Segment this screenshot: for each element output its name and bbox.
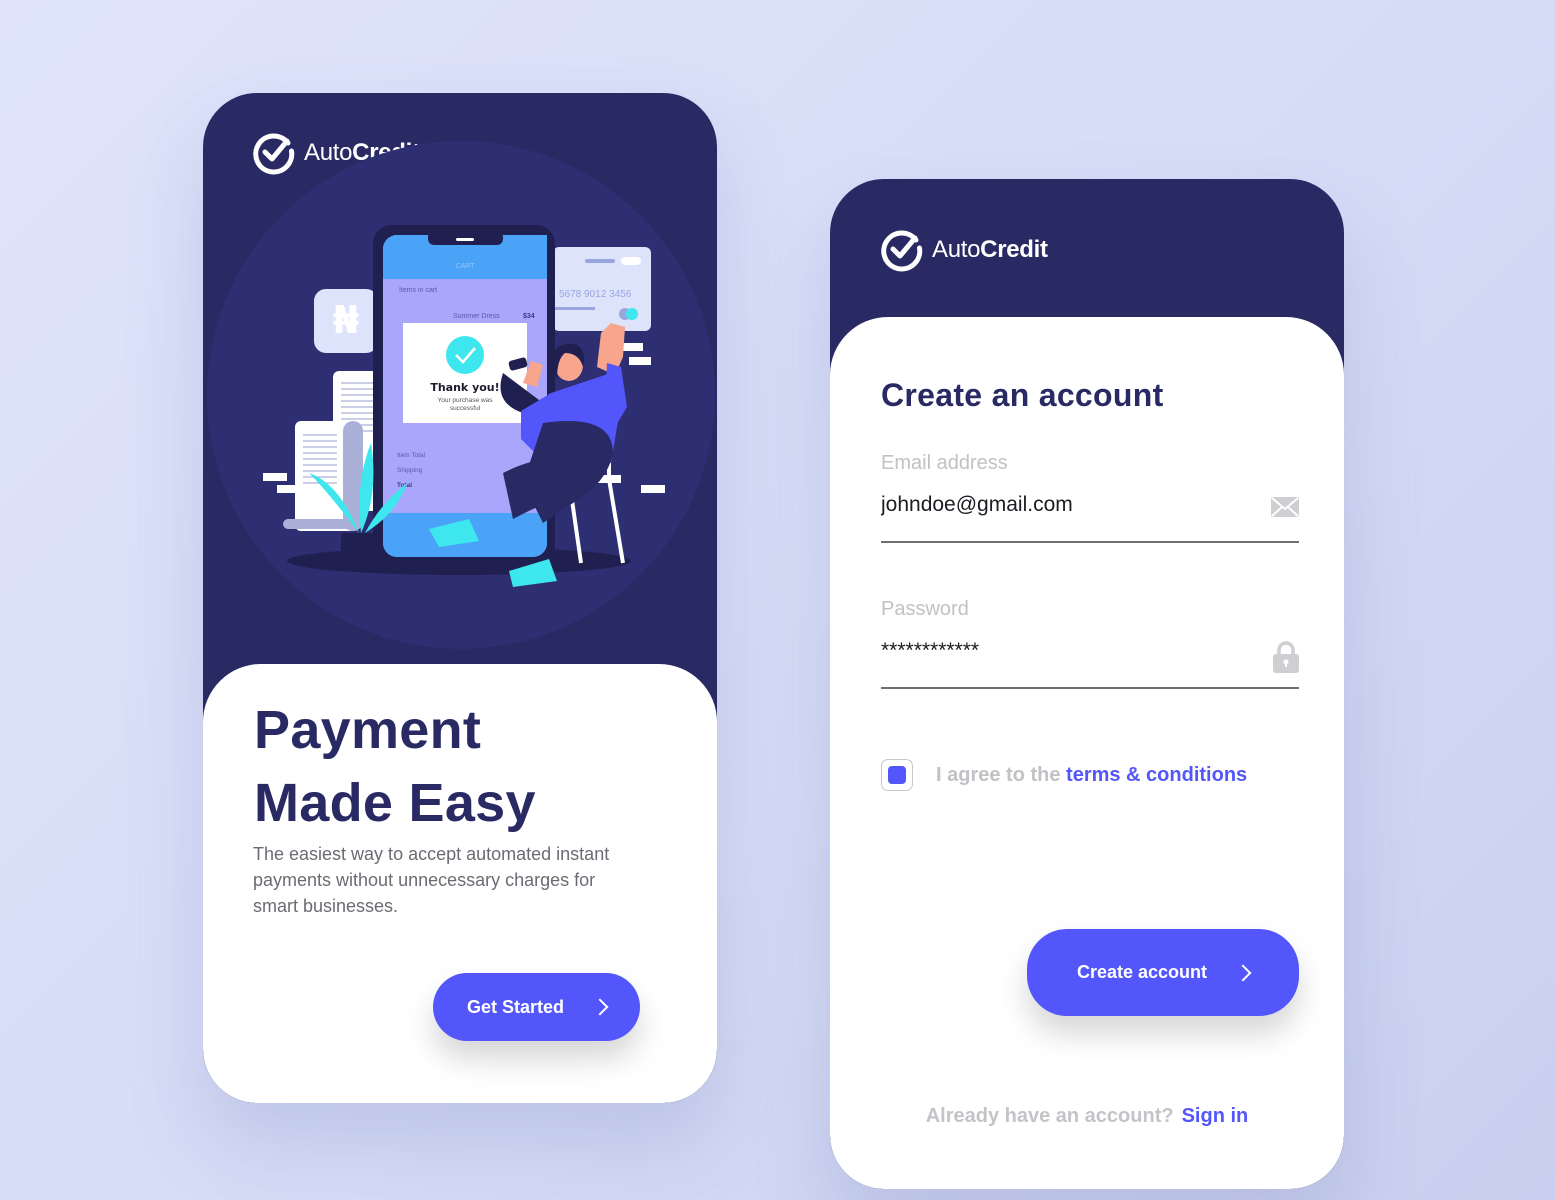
- payment-illustration: 5678 9012 3456 ₦ CART Items in cart Summ…: [263, 225, 665, 587]
- signup-form: Create an account Email address Password: [830, 317, 1344, 1189]
- email-input[interactable]: [881, 493, 1241, 517]
- terms-link[interactable]: terms & conditions: [1066, 764, 1247, 786]
- lock-icon: [1273, 641, 1299, 673]
- email-field-group: Email address: [881, 452, 1299, 543]
- chevron-right-icon: [591, 998, 609, 1016]
- envelope-icon: [1271, 497, 1299, 517]
- check-circle-icon: [881, 230, 923, 272]
- brand-logo: AutoCredit: [880, 228, 1048, 272]
- get-started-label: Get Started: [466, 996, 565, 1017]
- signin-prompt: Already have an account? Sign in: [830, 1105, 1344, 1128]
- svg-text:Shipping: Shipping: [397, 467, 423, 474]
- svg-text:successful: successful: [450, 405, 481, 412]
- naira-currency-icon: ₦: [314, 289, 378, 353]
- create-account-button[interactable]: Create account: [1027, 929, 1299, 1016]
- terms-agreement: I agree to the terms & conditions: [881, 759, 1247, 791]
- password-row: [881, 639, 1299, 689]
- onboarding-content: Payment Made Easy The easiest way to acc…: [203, 664, 717, 1103]
- email-row: [881, 493, 1299, 543]
- get-started-button[interactable]: Get Started: [433, 973, 640, 1041]
- signin-link[interactable]: Sign in: [1182, 1105, 1249, 1127]
- thank-you-modal: Thank you! Your purchase was successful: [403, 323, 527, 423]
- svg-text:Item Total: Item Total: [397, 452, 426, 459]
- password-field-group: Password: [881, 598, 1299, 689]
- svg-text:Thank you!: Thank you!: [430, 381, 499, 394]
- signup-screen: AutoCredit Create an account Email addre…: [830, 179, 1344, 1189]
- onboarding-screen: AutoCredit 5678 9012 3456 ₦: [203, 93, 717, 1103]
- hero-title: Payment Made Easy: [254, 700, 536, 833]
- svg-text:CART: CART: [456, 263, 476, 270]
- hero-description: The easiest way to accept automated inst…: [253, 844, 610, 916]
- signin-prompt-text: Already have an account?: [925, 1105, 1174, 1127]
- email-label: Email address: [881, 452, 1008, 474]
- svg-text:Summer Dress: Summer Dress: [453, 313, 500, 320]
- svg-text:5678 9012 3456: 5678 9012 3456: [559, 289, 632, 300]
- form-title: Create an account: [881, 377, 1164, 413]
- terms-checkbox[interactable]: [881, 759, 913, 791]
- password-label: Password: [881, 598, 969, 620]
- svg-text:Items in cart: Items in cart: [399, 287, 437, 294]
- svg-text:$34: $34: [523, 313, 535, 320]
- svg-text:Your purchase was: Your purchase was: [437, 397, 493, 404]
- terms-text: I agree to the terms & conditions: [936, 763, 1248, 786]
- chevron-right-icon: [1234, 964, 1252, 981]
- checkbox-checked-mark: [888, 766, 906, 784]
- create-account-label: Create account: [1076, 962, 1208, 982]
- credit-card-illustration: 5678 9012 3456: [553, 247, 651, 331]
- svg-text:₦: ₦: [333, 298, 359, 342]
- password-input[interactable]: [881, 639, 1241, 663]
- brand-name: AutoCredit: [932, 236, 1048, 263]
